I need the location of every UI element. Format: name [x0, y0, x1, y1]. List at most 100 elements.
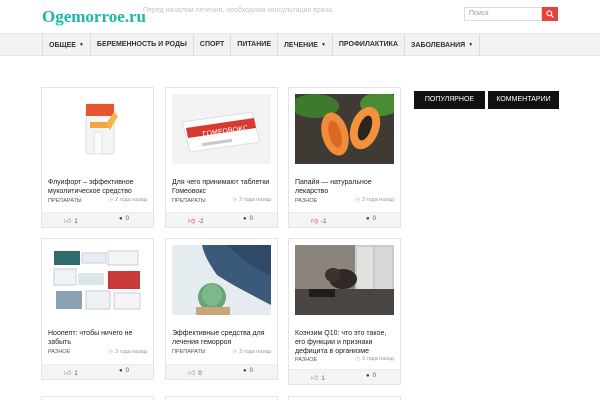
post-card[interactable]: Флуифорт – эффективное муколитическое ср… — [41, 87, 154, 228]
post-thumbnail[interactable] — [295, 245, 394, 315]
post-footer: 👎︎ -2 ● 0 — [166, 212, 277, 227]
clock-icon: ◷ — [232, 197, 237, 203]
post-thumbnail[interactable] — [172, 245, 271, 315]
post-category[interactable]: ПРЕПАРАТЫ — [48, 198, 82, 204]
post-thumbnail[interactable] — [48, 94, 147, 164]
post-time-label: 2 года назад — [238, 197, 271, 203]
comment-count: 0 — [372, 216, 376, 222]
post-title[interactable]: Ноопепт: чтобы ничего не забыть — [48, 329, 148, 347]
vote-widget[interactable]: 👍︎ 1 — [64, 368, 78, 377]
post-category[interactable]: РАЗНОЕ — [48, 349, 70, 355]
post-thumbnail[interactable] — [48, 245, 147, 315]
post-category[interactable]: ПРЕПАРАТЫ — [172, 198, 206, 204]
nav-item-label: ПРОФИЛАКТИКА — [338, 41, 398, 48]
post-thumbnail[interactable] — [295, 94, 394, 164]
nav-item-sport[interactable]: СПОРТ — [194, 34, 232, 56]
clock-icon: ◷ — [355, 356, 360, 362]
nav-item-general[interactable]: ОБЩЕЕ ▼ — [42, 34, 91, 56]
comments-count[interactable]: ● 0 — [366, 216, 376, 222]
post-time-label: 3 года назад — [361, 197, 394, 203]
comment-count: 0 — [249, 216, 253, 222]
vote-count: -1 — [321, 219, 327, 225]
post-footer: 👍︎ 1 ● 0 — [42, 212, 153, 227]
nav-item-label: БЕРЕМЕННОСТЬ И РОДЫ — [96, 41, 187, 48]
nav-item-treatment[interactable]: ЛЕЧЕНИЕ ▼ — [278, 34, 333, 56]
comment-icon: ● — [119, 368, 123, 374]
search-icon — [546, 10, 554, 18]
thumbs-up-icon[interactable]: 👍︎ — [188, 370, 195, 377]
post-card[interactable]: ГОМЕОВОКС Для чего принимают таблетки Го… — [165, 87, 278, 228]
nav-item-label: СПОРТ — [199, 41, 225, 48]
post-title[interactable]: Для чего принимают таблетки Гомеовокс — [172, 178, 272, 196]
post-card[interactable] — [41, 396, 154, 400]
post-card[interactable]: Эффективные средства для лечения геморро… — [165, 238, 278, 380]
post-time-label: 3 года назад — [238, 349, 271, 355]
post-time-label: 3 года назад — [361, 356, 394, 362]
thumbs-down-icon[interactable]: 👎︎ — [311, 218, 318, 225]
comment-count: 0 — [125, 216, 129, 222]
comment-icon: ● — [119, 216, 123, 222]
comment-icon: ● — [366, 216, 370, 222]
nav-item-pregnancy[interactable]: БЕРЕМЕННОСТЬ И РОДЫ — [91, 34, 194, 56]
nav-item-prevention[interactable]: ПРОФИЛАКТИКА — [333, 34, 405, 56]
post-card[interactable] — [288, 396, 401, 400]
comment-count: 0 — [125, 368, 129, 374]
search-input[interactable]: Поиск — [464, 7, 542, 21]
post-thumbnail[interactable]: ГОМЕОВОКС — [172, 94, 271, 164]
vote-count: 1 — [74, 219, 78, 225]
tab-comments[interactable]: КОММЕНТАРИИ — [488, 91, 559, 109]
comment-icon: ● — [366, 373, 370, 379]
post-time-label: 2 года назад — [114, 197, 147, 203]
clock-icon: ◷ — [108, 197, 113, 203]
post-footer: 👍︎ 0 ● 0 — [166, 364, 277, 379]
post-footer: 👎︎ -1 ● 0 — [289, 212, 400, 227]
post-time: ◷ 2 года назад — [108, 197, 147, 203]
vote-count: -2 — [198, 219, 204, 225]
comment-count: 0 — [249, 368, 253, 374]
chevron-down-icon: ▼ — [78, 42, 84, 48]
nav-item-label: ЛЕЧЕНИЕ — [284, 42, 318, 49]
search-button[interactable] — [542, 7, 558, 21]
clock-icon: ◷ — [355, 197, 360, 203]
post-time: ◷ 3 года назад — [232, 349, 271, 355]
comments-count[interactable]: ● 0 — [119, 368, 129, 374]
post-card[interactable]: Ноопепт: чтобы ничего не забыть РАЗНОЕ ◷… — [41, 238, 154, 380]
tab-popular[interactable]: ПОПУЛЯРНОЕ — [414, 91, 485, 109]
comment-icon: ● — [243, 368, 247, 374]
vote-widget[interactable]: 👍︎ 1 — [64, 216, 78, 225]
nav-item-nutrition[interactable]: ПИТАНИЕ — [231, 34, 278, 56]
post-card[interactable]: Папайя — натуральное лекарство РАЗНОЕ ◷ 3… — [288, 87, 401, 228]
site-logo[interactable]: Ogemorroe.ru — [42, 7, 146, 27]
post-time-label: 3 года назад — [114, 349, 147, 355]
vote-widget[interactable]: 👍︎ 0 — [188, 368, 202, 377]
post-category[interactable]: ПРЕПАРАТЫ — [172, 349, 206, 355]
post-title[interactable]: Флуифорт – эффективное муколитическое ср… — [48, 178, 148, 196]
comments-count[interactable]: ● 0 — [366, 373, 376, 379]
comments-count[interactable]: ● 0 — [243, 216, 253, 222]
post-title[interactable]: Папайя — натуральное лекарство — [295, 178, 395, 196]
thumbs-up-icon[interactable]: 👍︎ — [311, 375, 318, 382]
clock-icon: ◷ — [108, 349, 113, 355]
thumbs-up-icon[interactable]: 👍︎ — [64, 370, 71, 377]
vote-widget[interactable]: 👍︎ 1 — [311, 373, 325, 382]
vote-widget[interactable]: 👎︎ -1 — [311, 216, 326, 225]
thumbs-up-icon[interactable]: 👍︎ — [64, 218, 71, 225]
nav-item-diseases[interactable]: ЗАБОЛЕВАНИЯ ▼ — [405, 34, 481, 56]
site-tagline: Перед началом лечения, необходима консул… — [143, 7, 334, 14]
vote-widget[interactable]: 👎︎ -2 — [188, 216, 203, 225]
post-card[interactable]: Коэнзим Q10: что это такое, его функции … — [288, 238, 401, 385]
post-category[interactable]: РАЗНОЕ — [295, 357, 317, 363]
comments-count[interactable]: ● 0 — [119, 216, 129, 222]
chevron-down-icon: ▼ — [468, 42, 474, 48]
comments-count[interactable]: ● 0 — [243, 368, 253, 374]
post-card[interactable] — [165, 396, 278, 400]
thumbs-down-icon[interactable]: 👎︎ — [188, 218, 195, 225]
post-category[interactable]: РАЗНОЕ — [295, 198, 317, 204]
post-footer: 👍︎ 1 ● 0 — [42, 364, 153, 379]
comment-icon: ● — [243, 216, 247, 222]
post-title[interactable]: Коэнзим Q10: что это такое, его функции … — [295, 329, 395, 356]
vote-count: 0 — [198, 371, 202, 377]
post-footer: 👍︎ 1 ● 0 — [289, 369, 400, 384]
post-title[interactable]: Эффективные средства для лечения геморро… — [172, 329, 272, 347]
nav-item-label: ПИТАНИЕ — [237, 41, 271, 48]
